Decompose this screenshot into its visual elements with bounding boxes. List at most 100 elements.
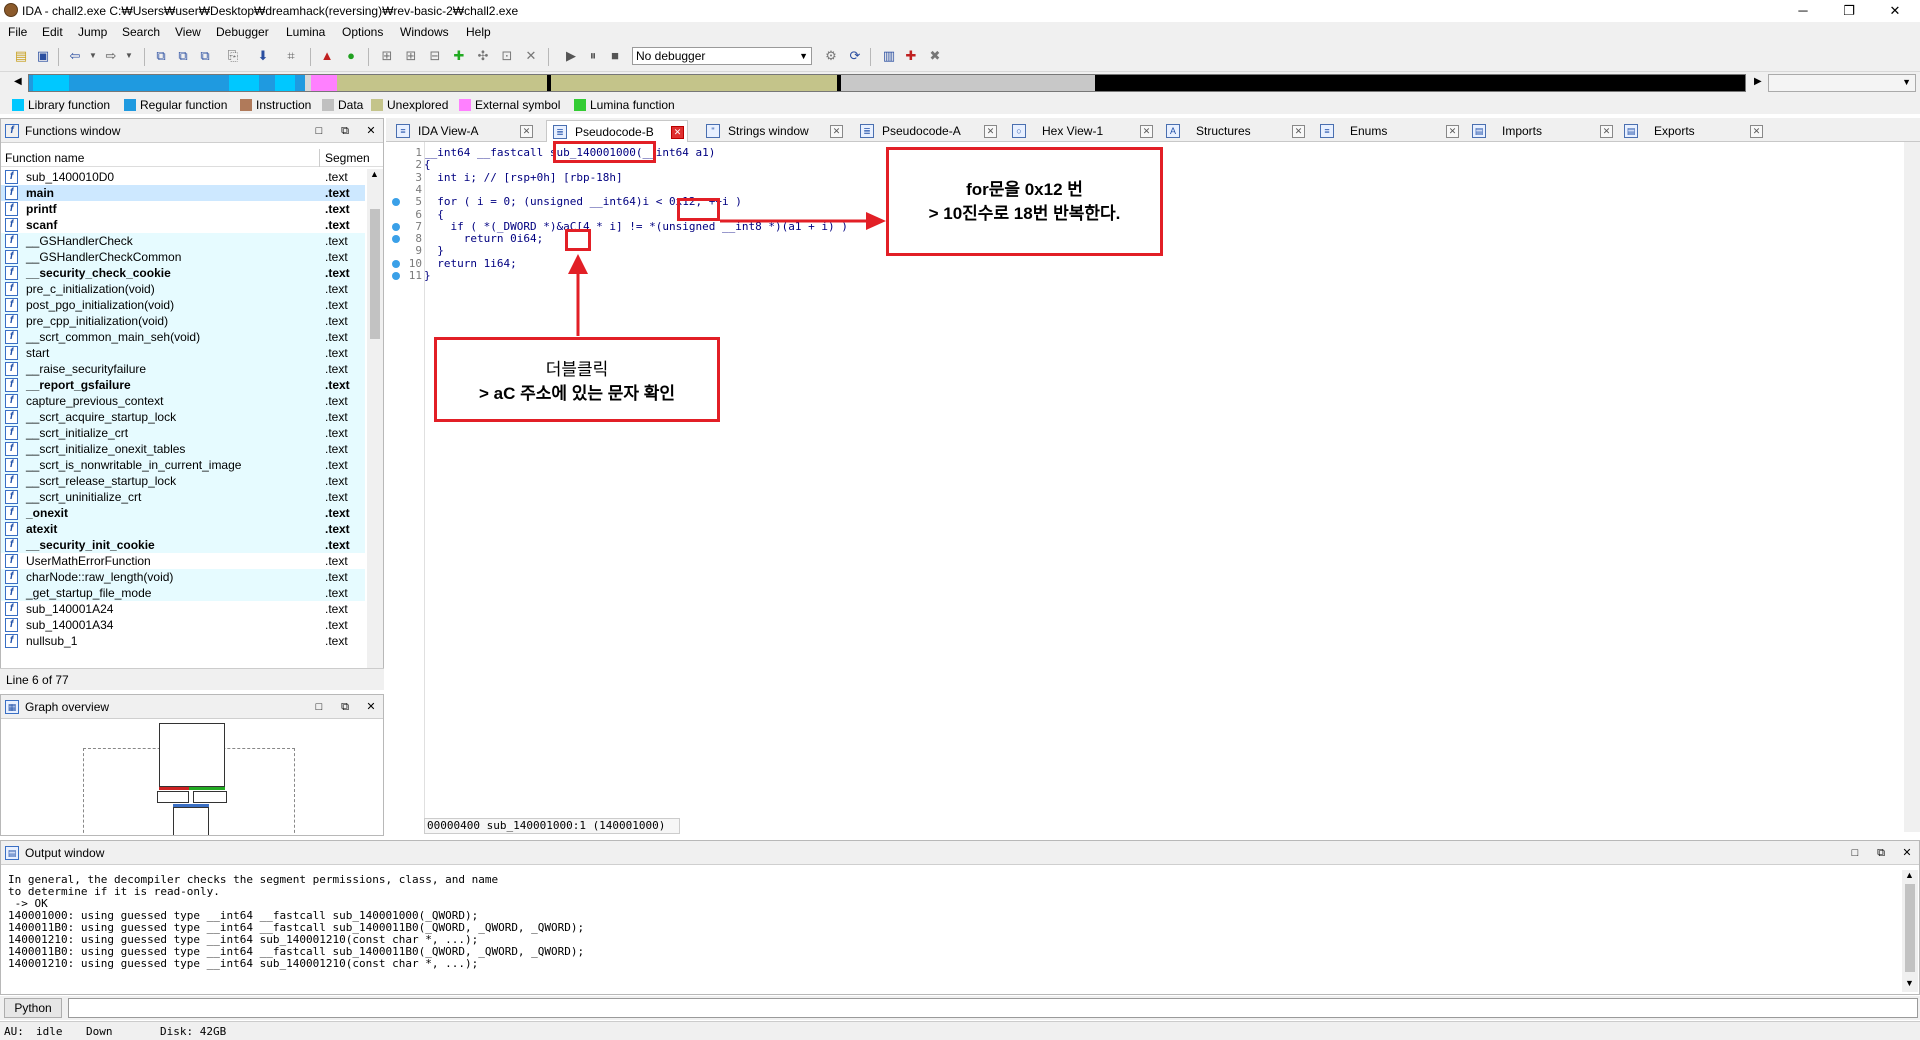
function-row[interactable]: f post_pgo_initialization(void) .text — [1, 297, 365, 313]
menu-windows[interactable]: Windows — [400, 25, 449, 39]
tab-ida-view-a[interactable]: ≡ IDA View-A ✕ — [396, 120, 533, 142]
plugin-icon[interactable]: ✣ — [474, 47, 492, 65]
text-search-icon[interactable]: ⧉ — [174, 47, 192, 65]
breakpoint-dot[interactable] — [392, 259, 400, 268]
functions-vertical-scrollbar[interactable]: ▲ ▼ — [367, 169, 383, 672]
close-tab-icon[interactable]: ✕ — [671, 126, 684, 139]
pause-icon[interactable]: ⏸ — [584, 47, 602, 65]
add-icon[interactable]: ✚ — [450, 47, 468, 65]
float-panel-button[interactable]: ⧉ — [1873, 845, 1889, 861]
function-row[interactable]: f _get_startup_file_mode .text — [1, 585, 365, 601]
python-language-button[interactable]: Python — [4, 998, 62, 1018]
menu-debugger[interactable]: Debugger — [216, 25, 269, 39]
function-row[interactable]: f UserMathErrorFunction .text — [1, 553, 365, 569]
graph-node[interactable] — [157, 791, 189, 803]
minimize-button[interactable]: ─ — [1780, 0, 1826, 22]
abc-icon[interactable]: ⌗ — [282, 47, 300, 65]
download-icon[interactable]: ⬇ — [254, 47, 272, 65]
binary-search-icon[interactable]: ⧉ — [152, 47, 170, 65]
close-panel-button[interactable]: ✕ — [363, 699, 379, 715]
tab-strings-window[interactable]: " Strings window ✕ — [706, 120, 848, 142]
graph-node[interactable] — [159, 723, 225, 787]
function-row[interactable]: f main .text — [1, 185, 365, 201]
patch-icon[interactable]: ⊡ — [498, 47, 516, 65]
function-row[interactable]: f __GSHandlerCheckCommon .text — [1, 249, 365, 265]
scroll-up-icon[interactable]: ▲ — [370, 169, 379, 179]
tab-hex-view-1[interactable]: ○ Hex View-1 ✕ — [1012, 120, 1154, 142]
menu-help[interactable]: Help — [466, 25, 491, 39]
trace-icon[interactable]: ✖ — [926, 47, 944, 65]
scroll-up-icon[interactable]: ▲ — [1905, 870, 1914, 880]
function-row[interactable]: f __scrt_release_startup_lock .text — [1, 473, 365, 489]
save-icon[interactable]: ▣ — [34, 47, 52, 65]
graph-node[interactable] — [173, 807, 209, 835]
function-row[interactable]: f __report_gsfailure .text — [1, 377, 365, 393]
function-row[interactable]: f __security_init_cookie .text — [1, 537, 365, 553]
scroll-thumb[interactable] — [370, 209, 380, 339]
edit-function-icon[interactable]: ⊞ — [402, 47, 420, 65]
back-icon[interactable]: ⇦ — [66, 47, 84, 65]
menu-file[interactable]: File — [8, 25, 27, 39]
close-tab-icon[interactable]: ✕ — [830, 125, 843, 138]
close-panel-button[interactable]: ✕ — [1899, 845, 1915, 861]
code-line[interactable]: } — [424, 244, 444, 257]
code-line[interactable]: return 1i64; — [424, 257, 516, 270]
nav-left-arrow-icon[interactable]: ◀ — [14, 76, 22, 87]
breakpoint-dot[interactable] — [392, 222, 400, 231]
menu-options[interactable]: Options — [342, 25, 383, 39]
tab-imports[interactable]: ▤ Imports ✕ — [1472, 120, 1614, 142]
create-function-icon[interactable]: ⊞ — [378, 47, 396, 65]
proximity-icon[interactable]: ▲ — [318, 47, 336, 65]
close-button[interactable]: ✕ — [1872, 0, 1918, 22]
forward-icon[interactable]: ⇨ — [102, 47, 120, 65]
function-row[interactable]: f __scrt_is_nonwritable_in_current_image.… — [1, 457, 365, 473]
close-tab-icon[interactable]: ✕ — [1600, 125, 1613, 138]
breakpoint-dot[interactable] — [392, 272, 400, 280]
function-row[interactable]: f printf .text — [1, 201, 365, 217]
navigation-bar[interactable] — [28, 74, 1746, 92]
menu-jump[interactable]: Jump — [78, 25, 107, 39]
delete-icon[interactable]: ✕ — [522, 47, 540, 65]
menu-edit[interactable]: Edit — [42, 25, 63, 39]
close-panel-button[interactable]: ✕ — [363, 123, 379, 139]
menu-search[interactable]: Search — [122, 25, 160, 39]
maximize-panel-button[interactable]: □ — [1847, 845, 1863, 861]
function-row[interactable]: f sub_140001A24 .text — [1, 601, 365, 617]
function-row[interactable]: f __scrt_acquire_startup_lock .text — [1, 409, 365, 425]
function-row[interactable]: f start .text — [1, 345, 365, 361]
tab-pseudocode-a[interactable]: ≣ Pseudocode-A ✕ — [860, 120, 1002, 142]
function-row[interactable]: f __raise_securityfailure .text — [1, 361, 365, 377]
segment-dropdown[interactable]: ▼ — [1768, 74, 1916, 92]
function-row[interactable]: f __scrt_initialize_crt .text — [1, 425, 365, 441]
menu-lumina[interactable]: Lumina — [286, 25, 325, 39]
graph-icon[interactable]: ▥ — [880, 47, 898, 65]
code-line[interactable]: return 0i64; — [424, 232, 543, 245]
tab-structures[interactable]: A Structures ✕ — [1166, 120, 1308, 142]
column-divider[interactable] — [319, 149, 320, 167]
function-row[interactable]: f charNode::raw_length(void) .text — [1, 569, 365, 585]
scroll-down-icon[interactable]: ▼ — [1905, 978, 1914, 988]
open-icon[interactable]: ▤ — [12, 47, 30, 65]
function-row[interactable]: f atexit .text — [1, 521, 365, 537]
tab-pseudocode-b[interactable]: ≣ Pseudocode-B ✕ — [546, 120, 688, 142]
function-row[interactable]: f pre_c_initialization(void) .text — [1, 281, 365, 297]
function-row[interactable]: f nullsub_1 .text — [1, 633, 365, 649]
search-next-icon[interactable]: ⧉ — [196, 47, 214, 65]
maximize-panel-button[interactable]: □ — [311, 123, 327, 139]
function-row[interactable]: f __scrt_initialize_onexit_tables .text — [1, 441, 365, 457]
maximize-panel-button[interactable]: □ — [311, 699, 327, 715]
pseudocode-vertical-scrollbar[interactable] — [1904, 142, 1920, 832]
lumina-icon[interactable]: ● — [342, 47, 360, 65]
command-input[interactable] — [68, 998, 1918, 1018]
close-tab-icon[interactable]: ✕ — [1750, 125, 1763, 138]
output-vertical-scrollbar[interactable]: ▲ ▼ — [1902, 870, 1918, 992]
sync-icon[interactable]: ⟳ — [846, 47, 864, 65]
menu-view[interactable]: View — [175, 25, 201, 39]
function-row[interactable]: f __GSHandlerCheck .text — [1, 233, 365, 249]
forward-dropdown-icon[interactable]: ▼ — [120, 47, 138, 65]
debugger-select[interactable]: No debugger ▼ — [632, 47, 812, 65]
column-function-name[interactable]: Function name — [5, 151, 84, 165]
column-segment[interactable]: Segmen — [325, 151, 370, 165]
function-row[interactable]: f __scrt_common_main_seh(void) .text — [1, 329, 365, 345]
nav-right-arrow-icon[interactable]: ▶ — [1754, 76, 1762, 87]
